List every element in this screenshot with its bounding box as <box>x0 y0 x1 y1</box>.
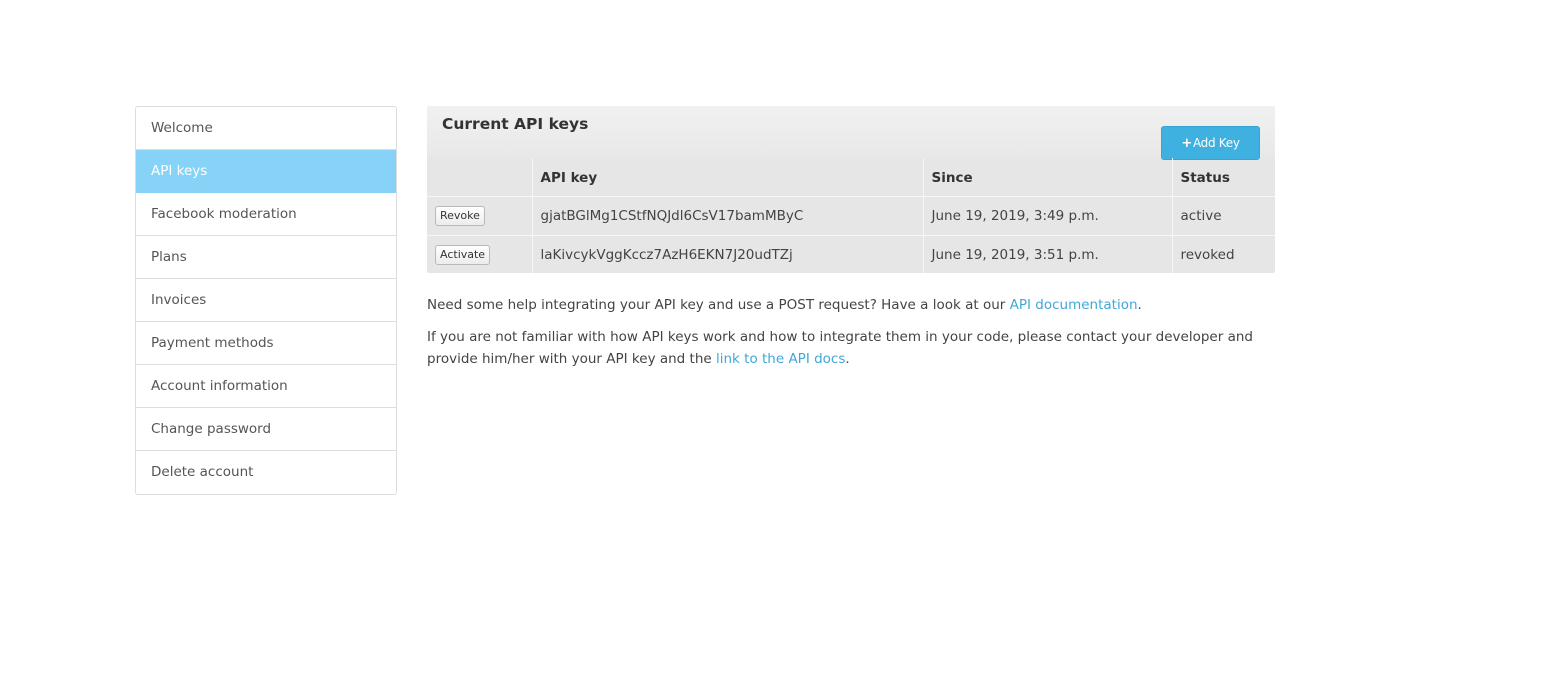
row-action-cell: Activate <box>427 234 533 273</box>
sidebar-item-api-keys[interactable]: API keys <box>136 150 396 193</box>
help-text-post-request: Need some help integrating your API key … <box>427 294 1287 316</box>
status-value: revoked <box>1172 234 1275 273</box>
sidebar-item-change-password[interactable]: Change password <box>136 408 396 451</box>
help-text: Need some help integrating your API key … <box>427 297 1010 313</box>
add-key-label: Add Key <box>1192 136 1240 150</box>
sidebar-nav: Welcome API keys Facebook moderation Pla… <box>135 106 397 495</box>
page: Welcome API keys Facebook moderation Pla… <box>0 0 1547 678</box>
help-text-end: . <box>845 351 850 367</box>
sidebar-item-facebook-moderation[interactable]: Facebook moderation <box>136 193 396 236</box>
revoke-button[interactable]: Revoke <box>435 205 485 226</box>
plus-icon: + <box>1181 136 1192 151</box>
api-keys-panel: Current API keys +Add Key API key Since … <box>427 106 1275 273</box>
api-key-value: gjatBGlMg1CStfNQJdl6CsV17bamMByC <box>532 195 924 235</box>
help-text-developer: If you are not familiar with how API key… <box>427 326 1287 370</box>
api-docs-link[interactable]: link to the API docs <box>716 351 845 367</box>
table-row: Revoke gjatBGlMg1CStfNQJdl6CsV17bamMByC … <box>427 195 1275 235</box>
add-key-button[interactable]: +Add Key <box>1161 126 1260 160</box>
column-header-api-key: API key <box>532 158 924 196</box>
panel-header: Current API keys +Add Key <box>427 106 1275 160</box>
since-value: June 19, 2019, 3:51 p.m. <box>923 234 1173 273</box>
sidebar-item-invoices[interactable]: Invoices <box>136 279 396 322</box>
sidebar-item-account-information[interactable]: Account information <box>136 365 396 408</box>
table-row: Activate laKivcykVggKccz7AzH6EKN7J20udTZ… <box>427 234 1275 273</box>
api-documentation-link[interactable]: API documentation <box>1010 297 1138 313</box>
sidebar-item-payment-methods[interactable]: Payment methods <box>136 322 396 365</box>
status-value: active <box>1172 195 1275 235</box>
api-key-value: laKivcykVggKccz7AzH6EKN7J20udTZj <box>532 234 924 273</box>
table-header-row: API key Since Status <box>427 158 1275 196</box>
column-header-action <box>427 158 533 196</box>
sidebar-item-delete-account[interactable]: Delete account <box>136 451 396 494</box>
help-text-end: . <box>1137 297 1142 313</box>
sidebar-item-plans[interactable]: Plans <box>136 236 396 279</box>
panel-title: Current API keys <box>442 115 589 133</box>
column-header-since: Since <box>923 158 1173 196</box>
column-header-status: Status <box>1180 170 1230 187</box>
activate-button[interactable]: Activate <box>435 244 491 265</box>
sidebar-item-welcome[interactable]: Welcome <box>136 107 396 150</box>
since-value: June 19, 2019, 3:49 p.m. <box>923 195 1173 235</box>
api-keys-table: API key Since Status Revoke gjatBGlMg1CS… <box>427 158 1275 273</box>
row-action-cell: Revoke <box>427 195 533 235</box>
